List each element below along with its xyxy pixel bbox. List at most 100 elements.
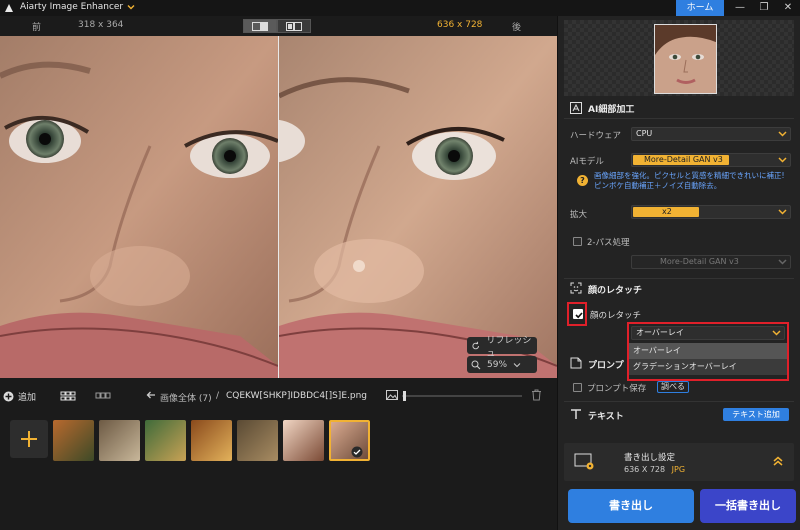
- side-by-side-button[interactable]: [277, 19, 311, 33]
- face-retouch-icon: [570, 282, 582, 294]
- image-icon: [386, 390, 398, 400]
- restore-button[interactable]: ❐: [752, 0, 776, 16]
- scale-dropdown[interactable]: x2: [631, 205, 791, 219]
- export-size: 636 X 728: [624, 465, 666, 474]
- ai-model-dropdown[interactable]: More-Detail GAN v3: [631, 153, 791, 167]
- close-button[interactable]: ✕: [776, 0, 800, 16]
- scale-label: 拡大: [570, 210, 588, 220]
- title-bar: Aiarty Image Enhancer ホーム — ❐ ✕: [0, 0, 800, 16]
- split-view-icon: [252, 21, 268, 31]
- thumbnail-bird[interactable]: [99, 420, 140, 461]
- home-button[interactable]: ホーム: [676, 0, 724, 16]
- refresh-button[interactable]: リフレッシュ: [467, 336, 537, 359]
- model-description-line1: 画像細部を強化。ピクセルと質感を精細できれいに補正!: [594, 171, 785, 180]
- add-text-button[interactable]: テキスト追加: [723, 408, 789, 421]
- menu-item-gradient-overlay[interactable]: グラデーションオーバーレイ: [629, 359, 787, 375]
- help-icon[interactable]: ?: [577, 175, 588, 186]
- chevron-down-icon[interactable]: [126, 2, 136, 12]
- file-toolbar: 追加 画像全体 (7) / CQEKW[SHKP]IDBDC4[]S]E.png: [0, 386, 557, 408]
- prompt-save-label: プロンプト保存: [587, 384, 647, 394]
- thumbnail-tiger[interactable]: [53, 420, 94, 461]
- strip-view-icon[interactable]: [95, 390, 111, 402]
- model-description-line2: ピンボケ自動補正＋ノイズ自動除去。: [594, 181, 722, 190]
- thumbnail-owl[interactable]: [237, 420, 278, 461]
- compare-header: 前 318 x 364 636 x 728 後: [0, 16, 557, 36]
- refresh-label: リフレッシュ: [486, 335, 532, 359]
- section-prompt-title: プロンプ: [588, 361, 624, 371]
- export-settings-title: 書き出し設定: [624, 453, 676, 463]
- before-label: 前: [32, 23, 42, 33]
- thumbnail-face-selected[interactable]: [329, 420, 370, 461]
- chevron-down-icon: [778, 259, 787, 265]
- export-format: JPG: [671, 465, 686, 474]
- image-compare-viewer[interactable]: [0, 36, 557, 378]
- export-settings[interactable]: 書き出し設定 636 X 728 JPG: [564, 443, 794, 481]
- face-mode-value: オーバーレイ: [636, 328, 684, 337]
- chevron-up-icon: [772, 330, 781, 336]
- batch-export-button[interactable]: 一括書き出し: [700, 489, 796, 523]
- prompt-icon: [570, 357, 582, 369]
- export-info: 636 X 728 JPG: [624, 465, 685, 474]
- section-ai-detail-title: AI細部加工: [588, 105, 635, 115]
- two-pass-checkbox[interactable]: [573, 237, 582, 246]
- section-divider: [564, 118, 794, 119]
- face-retouch-label: 顔のレタッチ: [590, 311, 642, 321]
- two-pass-model-dropdown[interactable]: More-Detail GAN v3: [631, 255, 791, 269]
- minimize-button[interactable]: —: [728, 0, 752, 16]
- chevron-down-icon: [778, 157, 787, 163]
- model-label: AIモデル: [570, 157, 604, 167]
- prompt-save-checkbox[interactable]: [573, 383, 582, 392]
- section-divider: [564, 401, 794, 402]
- thumbnail-forest[interactable]: [145, 420, 186, 461]
- face-mode-menu: オーバーレイ グラデーションオーバーレイ: [629, 343, 787, 375]
- chevron-down-icon: [778, 131, 787, 137]
- two-pass-label: 2-パス処理: [587, 238, 630, 248]
- before-size: 318 x 364: [78, 20, 124, 30]
- section-divider: [564, 278, 794, 279]
- after-label: 後: [512, 23, 522, 33]
- hardware-value: CPU: [636, 129, 653, 138]
- thumbnail-portrait[interactable]: [283, 420, 324, 461]
- export-button[interactable]: 書き出し: [568, 489, 694, 523]
- side-by-side-icon: [286, 21, 302, 31]
- back-arrow-icon[interactable]: [146, 390, 156, 400]
- add-circle-icon: [3, 391, 14, 402]
- before-image: [0, 36, 278, 378]
- zoom-control[interactable]: 59%: [467, 356, 537, 373]
- thumbnail-strip: [0, 410, 557, 530]
- grid-view-icon[interactable]: [60, 390, 76, 402]
- scale-value: x2: [662, 207, 672, 216]
- add-image-button[interactable]: 追加: [3, 390, 36, 403]
- preview-thumbnail: [654, 24, 717, 94]
- two-pass-model-value: More-Detail GAN v3: [660, 257, 739, 266]
- app-logo-icon: [5, 4, 13, 12]
- navigator-preview[interactable]: [564, 20, 794, 96]
- refresh-icon: [472, 341, 479, 349]
- split-view-button[interactable]: [243, 19, 277, 33]
- settings-panel: AI細部加工 ハードウェア CPU AIモデル More-Detail GAN …: [557, 16, 800, 530]
- add-image-tile[interactable]: [10, 420, 48, 458]
- after-image: [279, 36, 557, 378]
- hardware-dropdown[interactable]: CPU: [631, 127, 791, 141]
- text-icon: [571, 409, 581, 419]
- prompt-check-button[interactable]: 調べる: [657, 381, 689, 393]
- zoom-value: 59%: [487, 359, 508, 370]
- app-title: Aiarty Image Enhancer: [20, 2, 124, 12]
- chevron-down-icon: [778, 209, 787, 215]
- menu-item-overlay[interactable]: オーバーレイ: [629, 343, 787, 359]
- breadcrumb-all-images[interactable]: 画像全体 (7): [160, 391, 212, 404]
- breadcrumb-separator: /: [216, 391, 220, 401]
- chevron-down-icon: [513, 362, 521, 367]
- hardware-label: ハードウェア: [570, 131, 622, 141]
- model-value: More-Detail GAN v3: [644, 155, 723, 164]
- trash-icon[interactable]: [531, 389, 542, 401]
- face-mode-dropdown[interactable]: オーバーレイ: [631, 326, 785, 340]
- slider-thumb[interactable]: [403, 391, 406, 401]
- thumbnail-burger[interactable]: [191, 420, 232, 461]
- add-label: 追加: [18, 393, 37, 403]
- double-chevron-up-icon[interactable]: [772, 455, 784, 467]
- thumbnail-size-slider[interactable]: [402, 395, 522, 397]
- checkmark-icon: [575, 312, 583, 319]
- current-file-name: CQEKW[SHKP]IDBDC4[]S]E.png: [226, 391, 367, 401]
- face-retouch-checkbox[interactable]: [573, 309, 583, 319]
